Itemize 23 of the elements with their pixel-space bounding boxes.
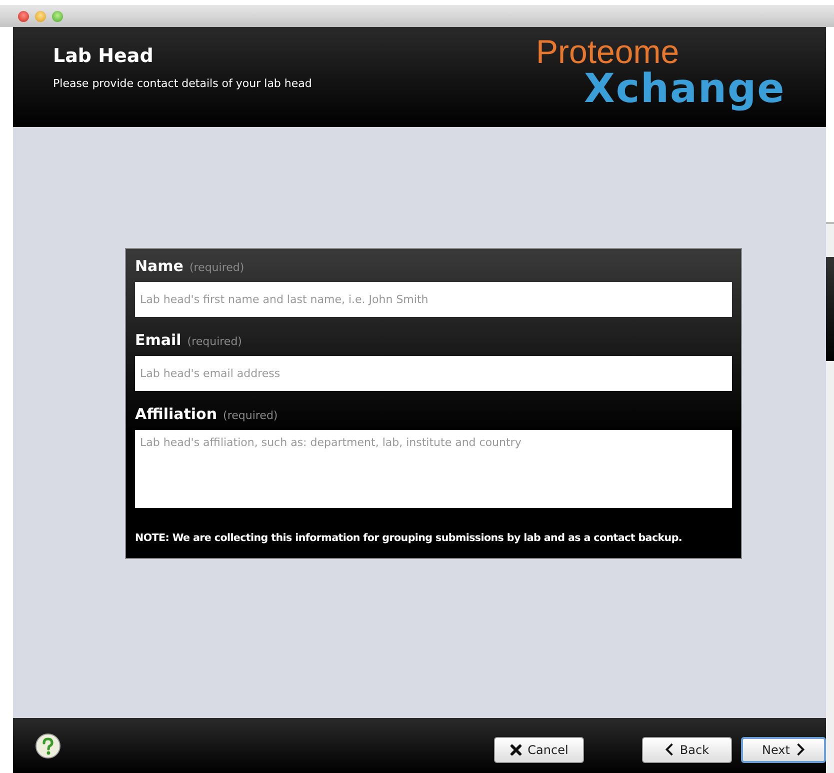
footer-button[interactable]: Back xyxy=(642,736,732,762)
field-label: Email xyxy=(135,331,182,349)
close-button[interactable] xyxy=(18,10,29,22)
field-label: Affiliation xyxy=(135,405,218,423)
page-subtitle: Please provide contact details of your lab head xyxy=(53,77,312,90)
required-hint: (required) xyxy=(189,261,244,274)
footer-button[interactable]: Next xyxy=(741,736,826,762)
logo-text: Proteome xyxy=(536,35,680,69)
input-field[interactable]: Lab head's first name and last name, i.e. John Smith xyxy=(135,282,732,317)
note-text: NOTE: We are collecting this information for grouping submissions by lab and as a contact backup. xyxy=(135,532,684,544)
required-hint: (required) xyxy=(187,335,242,348)
help-icon[interactable] xyxy=(35,732,61,758)
chevron-left-icon xyxy=(664,743,674,756)
text-area[interactable]: Lab head's affiliation, such as: department, lab, institute and country xyxy=(135,430,732,508)
page-title: Lab Head xyxy=(53,45,154,67)
footer-button[interactable]: Cancel xyxy=(494,736,584,762)
input-field[interactable]: Lab head's email address xyxy=(135,356,732,391)
field-label: Name xyxy=(135,257,184,275)
cross-icon xyxy=(510,744,522,756)
required-hint: (required) xyxy=(223,409,278,422)
logo-text: Xchange xyxy=(584,69,786,109)
chevron-right-icon xyxy=(796,743,805,756)
zoom-button[interactable] xyxy=(52,10,63,22)
